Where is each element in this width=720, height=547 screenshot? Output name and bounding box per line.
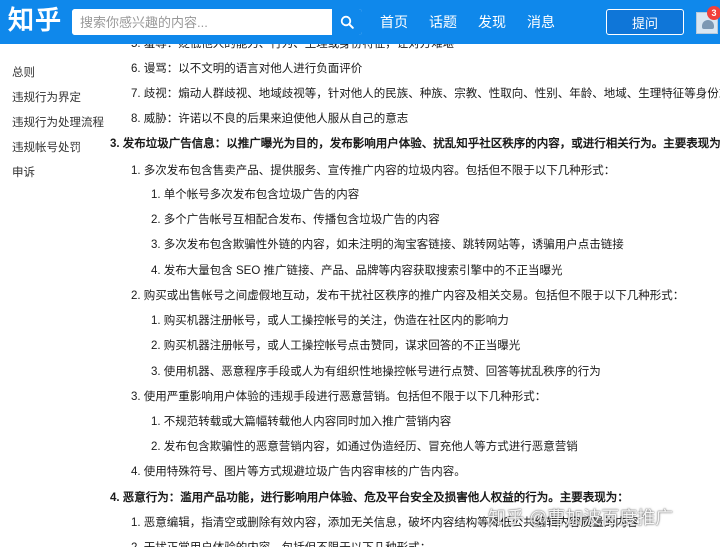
top-bar: 知乎 首页 话题 发现 消息 提问 3 bbox=[0, 0, 720, 44]
policy-line: 1. 多次发布包含售卖产品、提供服务、宣传推广内容的垃圾内容。包括但不限于以下几… bbox=[131, 165, 616, 177]
nav-explore[interactable]: 发现 bbox=[478, 12, 506, 32]
policy-line: 3. 使用机器、恶意程序手段或人为有组织性地操控帐号进行点赞、回答等扰乱秩序的行… bbox=[151, 366, 601, 378]
ask-button[interactable]: 提问 bbox=[606, 9, 684, 35]
nav-topics[interactable]: 话题 bbox=[429, 12, 457, 32]
policy-line: 3. 使用严重影响用户体验的违规手段进行恶意营销。包括但不限于以下几种形式： bbox=[131, 391, 547, 403]
policy-line: 2. 购买机器注册帐号，或人工操控帐号点击赞同，谋求回答的不正当曝光 bbox=[151, 340, 521, 352]
sidebar-item-account-penalty[interactable]: 违规帐号处罚 bbox=[12, 139, 81, 155]
policy-line: 4. 使用特殊符号、图片等方式规避垃圾广告内容审核的广告内容。 bbox=[131, 466, 466, 478]
sidebar-item-appeal[interactable]: 申诉 bbox=[12, 164, 35, 180]
policy-line: 2. 干扰正常用户体验的内容，包括但不限于以下几种形式： bbox=[131, 539, 431, 547]
search-input[interactable] bbox=[72, 9, 326, 35]
zhihu-logo[interactable]: 知乎 bbox=[8, 4, 62, 38]
nav-home[interactable]: 首页 bbox=[380, 12, 408, 32]
search-box bbox=[72, 9, 362, 35]
section-heading: 4. 恶意行为：滥用产品功能，进行影响用户体验、危及平台安全及损害他人权益的行为… bbox=[110, 492, 629, 504]
sidebar-item-violation-definition[interactable]: 违规行为界定 bbox=[12, 89, 81, 105]
section-heading: 3. 发布垃圾广告信息：以推广曝光为目的，发布影响用户体验、扰乱知乎社区秩序的内… bbox=[110, 138, 720, 150]
policy-line: 1. 单个帐号多次发布包含垃圾广告的内容 bbox=[151, 189, 360, 201]
policy-line: 3. 多次发布包含欺骗性外链的内容，如未注明的淘宝客链接、跳转网站等，诱骗用户点… bbox=[151, 239, 624, 251]
search-button[interactable] bbox=[332, 9, 362, 35]
policy-line: 2. 购买或出售帐号之间虚假地互动，发布干扰社区秩序的推广内容及相关交易。包括但… bbox=[131, 290, 685, 302]
policy-line: 2. 多个广告帐号互相配合发布、传播包含垃圾广告的内容 bbox=[151, 214, 440, 226]
policy-line: 1. 购买机器注册帐号，或人工操控帐号的关注，伪造在社区内的影响力 bbox=[151, 315, 509, 327]
policy-line: 6. 谩骂：以不文明的语言对他人进行负面评价 bbox=[131, 63, 363, 75]
policy-line: 7. 歧视：煽动人群歧视、地域歧视等，针对他人的民族、种族、宗教、性取向、性别、… bbox=[131, 88, 720, 100]
notification-badge: 3 bbox=[707, 6, 720, 20]
search-icon bbox=[340, 15, 354, 29]
sidebar-item-general[interactable]: 总则 bbox=[12, 64, 35, 80]
policy-line: 1. 不规范转载或大篇幅转载他人内容同时加入推广营销内容 bbox=[151, 416, 452, 428]
sidebar-item-violation-process[interactable]: 违规行为处理流程 bbox=[12, 114, 104, 130]
nav-messages[interactable]: 消息 bbox=[527, 12, 555, 32]
policy-content: 5. 羞辱：贬低他人的能力、行为、生理或身份特征，让对方难堪 6. 谩骂：以不文… bbox=[0, 0, 720, 547]
watermark: 知乎 @曹加波百度推广 bbox=[488, 508, 674, 528]
policy-line: 8. 威胁：许诺以不良的后果来迫使他人服从自己的意志 bbox=[131, 113, 409, 125]
policy-line: 2. 发布包含欺骗性的恶意营销内容，如通过伪造经历、冒充他人等方式进行恶意营销 bbox=[151, 441, 578, 453]
main-nav: 首页 话题 发现 消息 bbox=[380, 0, 576, 44]
policy-line: 4. 发布大量包含 SEO 推广链接、产品、品牌等内容获取搜索引擎中的不正当曝光 bbox=[151, 265, 563, 277]
